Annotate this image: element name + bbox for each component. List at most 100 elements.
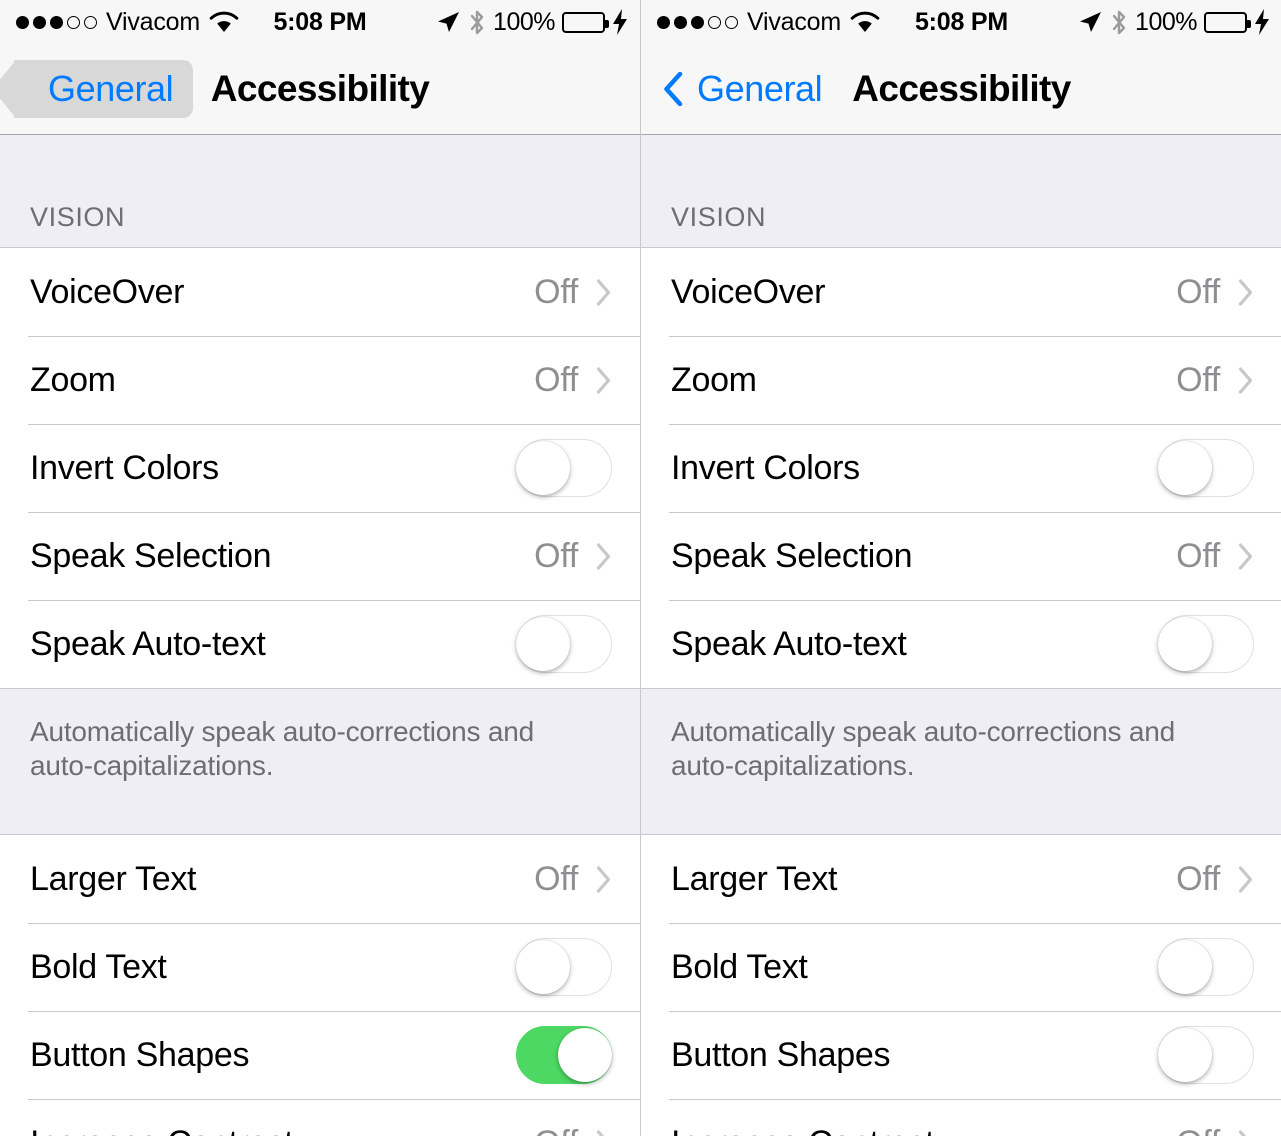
row-accessory: Off: [534, 361, 612, 400]
chevron-right-icon: [596, 1129, 605, 1136]
row-accessory: Off: [1176, 1124, 1254, 1136]
row-bold-text[interactable]: Bold Text: [641, 923, 1281, 1011]
row-voiceover[interactable]: VoiceOver Off: [0, 248, 640, 336]
settings-group-1: VoiceOver Off Zoom Off Invert Colors Speak Se…: [0, 247, 640, 689]
row-value: Off: [1176, 536, 1220, 575]
row-accessory: Off: [1176, 361, 1254, 400]
battery-percent-label: 100%: [493, 7, 555, 36]
back-button-general[interactable]: General: [663, 68, 823, 110]
row-accessory: [1158, 439, 1254, 497]
row-label: Increase Contrast: [30, 1124, 534, 1136]
location-arrow-icon: [438, 12, 460, 32]
toggle-speak-auto-text[interactable]: [1158, 615, 1254, 673]
row-label: Bold Text: [30, 947, 167, 986]
toggle-bold-text[interactable]: [1158, 938, 1254, 996]
row-increase-contrast[interactable]: Increase ContrastOff: [0, 1099, 640, 1136]
row-voiceover[interactable]: VoiceOver Off: [641, 248, 1281, 336]
chevron-right-icon: [1238, 865, 1253, 893]
row-larger-text[interactable]: Larger Text Off: [0, 835, 640, 923]
back-button-label: General: [48, 68, 174, 109]
toggle-knob: [516, 441, 570, 495]
section-header-vision: VISION: [641, 135, 1281, 247]
toggle-bold-text[interactable]: [516, 938, 612, 996]
toggle-knob: [1158, 441, 1212, 495]
footer-note-text: Automatically speak auto-corrections and…: [30, 716, 535, 781]
status-bar: Vivacom 5:08 PM 100%: [641, 0, 1281, 44]
settings-table: VISION VoiceOver Off Zoom Off Invert Colors Sp…: [641, 135, 1281, 1136]
status-bar-right: 100%: [435, 8, 628, 37]
chevron-right-icon: [1238, 366, 1253, 394]
row-accessory: Off: [534, 273, 612, 312]
row-label: Invert Colors: [671, 448, 860, 487]
toggle-button-shapes[interactable]: [1158, 1026, 1254, 1084]
dual-screenshot-comparison: Vivacom 5:08 PM 100% General Accessibility VI…: [0, 0, 1281, 1136]
row-accessory: [1158, 938, 1254, 996]
navigation-bar: General Accessibility: [0, 44, 640, 135]
toggle-speak-auto-text[interactable]: [516, 615, 612, 673]
toggle-invert-colors[interactable]: [1158, 439, 1254, 497]
row-label: VoiceOver: [30, 272, 185, 311]
back-button-general[interactable]: General: [0, 60, 194, 118]
row-accessory: [516, 1026, 612, 1084]
row-label: VoiceOver: [671, 272, 826, 311]
section-header-vision: VISION: [0, 135, 640, 247]
row-value: Off: [1176, 272, 1220, 311]
battery-icon: [1204, 11, 1251, 33]
location-arrow-icon: [1080, 12, 1102, 32]
row-value: Off: [1176, 1124, 1220, 1136]
toggle-knob: [1158, 617, 1212, 671]
row-label: Larger Text: [30, 859, 197, 898]
row-speak-selection[interactable]: Speak Selection Off: [641, 512, 1281, 600]
toggle-button-shapes[interactable]: [516, 1026, 612, 1084]
status-bar: Vivacom 5:08 PM 100%: [0, 0, 640, 44]
row-larger-text[interactable]: Larger Text Off: [641, 835, 1281, 923]
row-invert-colors[interactable]: Invert Colors: [0, 424, 640, 512]
row-value: Off: [1176, 360, 1220, 399]
row-zoom[interactable]: Zoom Off: [641, 336, 1281, 424]
chevron-left-icon: [664, 72, 683, 106]
row-increase-contrast[interactable]: Increase ContrastOff: [641, 1099, 1281, 1136]
section-header-label: VISION: [671, 202, 767, 232]
row-zoom[interactable]: Zoom Off: [0, 336, 640, 424]
row-label: Speak Selection: [671, 536, 913, 575]
row-accessory: [516, 615, 612, 673]
settings-group-2: Larger Text Off Bold Text Button Shapes Incr…: [0, 834, 640, 1136]
battery-percent-label: 100%: [1135, 7, 1197, 36]
row-label: Speak Auto-text: [671, 624, 907, 663]
row-label: Zoom: [30, 360, 116, 399]
row-accessory: Off: [534, 1124, 612, 1136]
phone-screen-button-shapes-off: Vivacom 5:08 PM 100% General Accessibility VI…: [640, 0, 1281, 1136]
row-label: Invert Colors: [30, 448, 219, 487]
row-label: Button Shapes: [671, 1035, 891, 1074]
row-label: Button Shapes: [30, 1035, 250, 1074]
toggle-knob: [516, 617, 570, 671]
row-value: Off: [1176, 859, 1220, 898]
settings-table: VISION VoiceOver Off Zoom Off Invert Colors Sp…: [0, 135, 640, 1136]
row-speak-auto-text[interactable]: Speak Auto-text: [0, 600, 640, 688]
bluetooth-icon: [1112, 10, 1126, 34]
row-bold-text[interactable]: Bold Text: [0, 923, 640, 1011]
row-button-shapes[interactable]: Button Shapes: [0, 1011, 640, 1099]
row-value: Off: [534, 360, 578, 399]
settings-group-2: Larger Text Off Bold Text Button Shapes Incr…: [641, 834, 1281, 1136]
chevron-right-icon: [596, 278, 611, 306]
bluetooth-icon: [470, 10, 484, 34]
row-button-shapes[interactable]: Button Shapes: [641, 1011, 1281, 1099]
footer-note-text: Automatically speak auto-corrections and…: [671, 716, 1176, 781]
toggle-invert-colors[interactable]: [516, 439, 612, 497]
chevron-right-icon: [596, 542, 611, 570]
row-invert-colors[interactable]: Invert Colors: [641, 424, 1281, 512]
toggle-knob: [1158, 940, 1212, 994]
row-label: Bold Text: [671, 947, 808, 986]
section-header-label: VISION: [30, 202, 126, 232]
lightning-bolt-icon: [613, 9, 627, 35]
row-value: Off: [534, 536, 578, 575]
battery-icon: [562, 11, 609, 33]
row-value: Off: [534, 272, 578, 311]
row-accessory: Off: [534, 860, 612, 899]
row-speak-auto-text[interactable]: Speak Auto-text: [641, 600, 1281, 688]
row-speak-selection[interactable]: Speak Selection Off: [0, 512, 640, 600]
row-accessory: Off: [534, 537, 612, 576]
section-footer-note: Automatically speak auto-corrections and…: [641, 689, 1281, 834]
settings-group-1: VoiceOver Off Zoom Off Invert Colors Speak Se…: [641, 247, 1281, 689]
